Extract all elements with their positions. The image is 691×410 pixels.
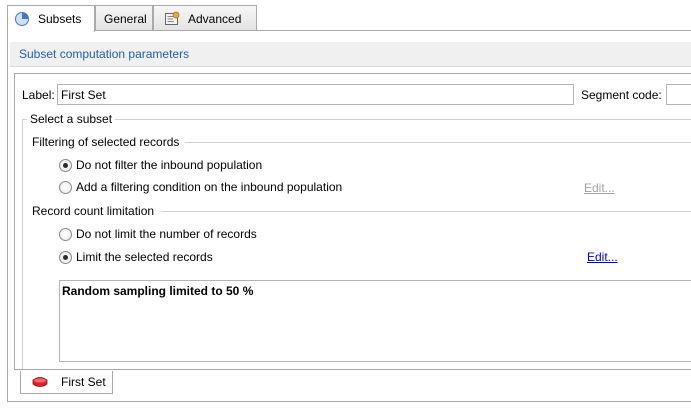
no-limit-radio[interactable] [59,228,72,241]
label-caption: Label: [22,88,55,102]
no-filter-radio[interactable] [59,159,72,172]
section-title: Subset computation parameters [19,47,190,61]
tab-label: Advanced [188,11,242,26]
tab-subsets[interactable]: Subsets [7,5,95,32]
select-subset-title: Select a subset [27,112,116,126]
tab-general[interactable]: General [95,5,153,31]
add-filter-radio[interactable] [59,181,72,194]
tab-advanced[interactable]: Advanced [153,5,257,31]
tab-label: General [104,11,147,26]
tab-label: Subsets [38,12,82,26]
group-separator [185,142,691,143]
group-border [22,119,691,120]
subset-tab-first-set[interactable]: First Set [20,371,113,394]
subset-icon [31,376,49,388]
group-border [22,119,23,369]
limit-edit-link[interactable]: Edit... [587,250,618,264]
limit-label[interactable]: Limit the selected records [76,250,213,264]
settings-document-icon [164,11,180,27]
segment-code-caption: Segment code: [581,88,662,102]
filter-edit-link[interactable]: Edit... [584,181,615,195]
add-filter-label[interactable]: Add a filtering condition on the inbound… [76,180,342,194]
label-field[interactable] [57,84,574,105]
subset-tab-label: First Set [61,375,106,389]
limitation-title: Record count limitation [32,204,158,218]
pie-chart-icon [14,11,30,27]
no-limit-label[interactable]: Do not limit the number of records [76,227,257,241]
segment-code-field[interactable] [666,84,691,105]
limit-summary-text: Random sampling limited to 50 % [62,284,254,298]
filtering-title: Filtering of selected records [32,135,183,149]
group-separator [161,211,691,212]
no-filter-label[interactable]: Do not filter the inbound population [76,158,262,172]
limit-radio[interactable] [59,251,72,264]
